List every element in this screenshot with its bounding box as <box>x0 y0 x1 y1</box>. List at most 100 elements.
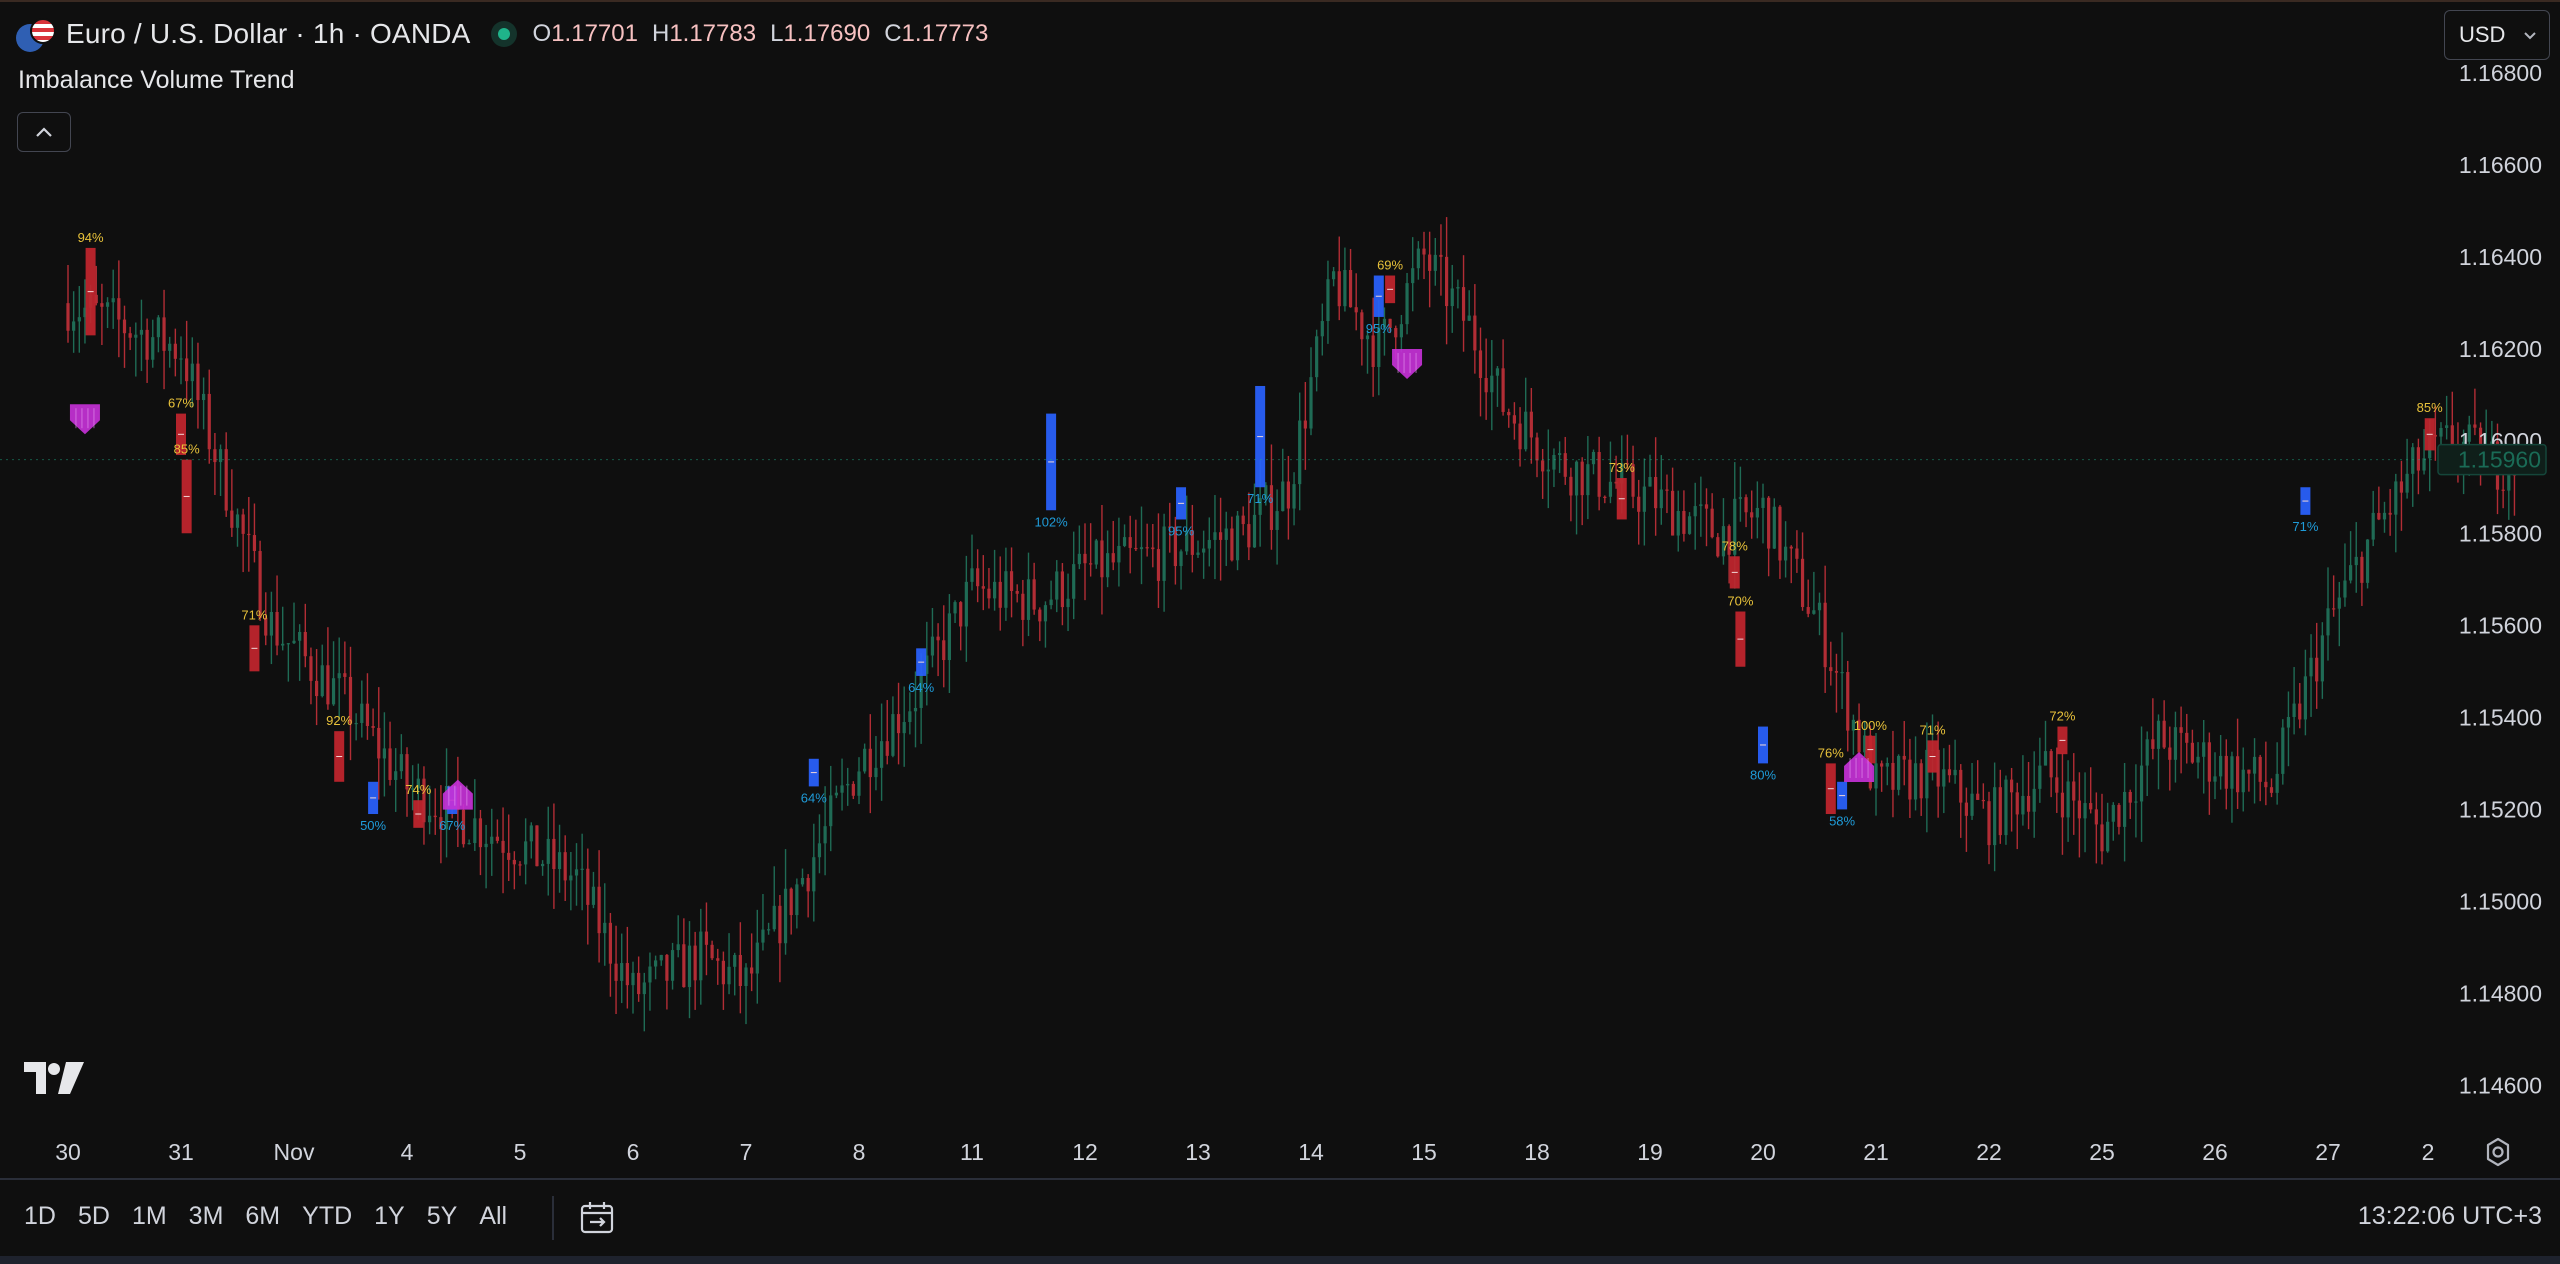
candle-body <box>2365 539 2370 583</box>
candle-body <box>557 852 562 870</box>
candle-body <box>1812 610 1816 614</box>
tradingview-logo-icon[interactable] <box>22 1058 86 1098</box>
price-axis-tick-label: 1.16600 <box>2459 152 2542 178</box>
range-1d-button[interactable]: 1D <box>16 1198 64 1235</box>
candle-body <box>1738 497 1742 499</box>
candle-body <box>1365 335 1370 340</box>
range-3m-button[interactable]: 3M <box>181 1198 232 1235</box>
candle-body <box>1009 571 1014 592</box>
candle-body <box>1478 350 1483 378</box>
bottom-toolbar: 1D 5D 1M 3M 6M YTD 1Y 5Y All 13:22:06 UT… <box>0 1178 2560 1264</box>
range-1m-button[interactable]: 1M <box>124 1198 175 1235</box>
candle-body <box>1784 546 1788 561</box>
candle-body <box>620 963 624 981</box>
candle-body <box>2026 795 2031 812</box>
symbol-legend[interactable]: Euro / U.S. Dollar · 1h · OANDA O1.17701… <box>16 16 988 52</box>
time-axis-tick-label: 31 <box>168 1139 194 1165</box>
candle-body <box>2349 565 2353 581</box>
candle-body <box>2038 765 2042 789</box>
candle-body <box>1286 481 1290 509</box>
session-clock[interactable]: 13:22:06 UTC+3 <box>2358 1202 2542 1231</box>
candle-body <box>1332 271 1336 280</box>
imbalance-percent-label: 92% <box>326 713 352 728</box>
time-axis-tick-label: 2 <box>2422 1139 2435 1165</box>
range-5d-button[interactable]: 5D <box>70 1198 118 1235</box>
candle-body <box>1495 368 1500 376</box>
candle-body <box>1817 602 1822 611</box>
candle-body <box>1111 553 1115 563</box>
candle-body <box>1394 328 1398 338</box>
imbalance-percent-label: 76% <box>1818 745 1844 760</box>
high-label: H <box>651 20 670 47</box>
imbalance-percent-label: 71% <box>241 607 267 622</box>
imbalance-percent-label: 58% <box>1829 813 1855 828</box>
candle-body <box>145 329 149 360</box>
candle-body <box>1761 497 1765 508</box>
candle-body <box>2015 792 2019 815</box>
range-6m-button[interactable]: 6M <box>237 1198 288 1235</box>
candle-body <box>1806 607 1810 614</box>
candle-body <box>608 922 612 964</box>
price-axis-tick-label: 1.15200 <box>2459 796 2542 822</box>
price-axis-tick-label: 1.15400 <box>2459 704 2542 730</box>
signal-arrow-marker <box>69 404 100 435</box>
candle-body <box>1292 484 1296 509</box>
candle-body <box>185 358 189 382</box>
candle-body <box>1128 537 1132 548</box>
candle-body <box>1518 423 1522 450</box>
candle-body <box>1066 598 1070 608</box>
candle-body <box>1315 336 1319 378</box>
candle-body <box>2072 781 2076 801</box>
candle-body <box>1512 415 1516 424</box>
calendar-range-icon[interactable] <box>578 1198 618 1238</box>
candle-body <box>1252 514 1257 548</box>
candle-body <box>168 343 172 351</box>
candle-body <box>1473 315 1477 351</box>
candle-body <box>998 581 1002 608</box>
symbol-title[interactable]: Euro / U.S. Dollar · 1h · OANDA <box>66 18 471 50</box>
candle-body <box>1552 454 1556 470</box>
time-axis-tick-label: 21 <box>1863 1139 1889 1165</box>
candle-body <box>371 725 375 728</box>
candle-body <box>128 333 132 338</box>
candle-body <box>1038 609 1042 622</box>
price-axis-tick-label: 1.16800 <box>2459 60 2542 86</box>
imbalance-percent-label: 94% <box>78 230 104 245</box>
candle-body <box>913 707 918 712</box>
candle-body <box>2190 742 2194 763</box>
imbalance-percent-label: 67% <box>439 818 465 833</box>
imbalance-percent-label: 71% <box>2292 519 2318 534</box>
time-axis-tick-label: 22 <box>1976 1139 2002 1165</box>
candle-body <box>1535 437 1539 461</box>
market-open-status-icon <box>490 21 517 47</box>
candle-body <box>874 767 878 778</box>
candle-body <box>1439 254 1443 257</box>
candle-body <box>529 825 533 842</box>
candle-body <box>1637 496 1641 512</box>
candle-body <box>2264 781 2268 788</box>
candle-body <box>2207 742 2211 782</box>
range-1y-button[interactable]: 1Y <box>366 1198 413 1235</box>
settings-gear-icon[interactable] <box>2482 1136 2514 1168</box>
candle-body <box>77 317 81 322</box>
candle-body <box>1320 321 1324 337</box>
candle-body <box>1778 506 1782 561</box>
range-all-button[interactable]: All <box>471 1198 515 1235</box>
candle-body <box>1800 558 1805 608</box>
range-5y-button[interactable]: 5Y <box>419 1198 466 1235</box>
price-chart[interactable]: 94% 67% 85% 71% 92% 50% 74% 67% 64% 64% 102% 95% 71%… <box>0 0 2560 1178</box>
candle-body <box>1710 508 1714 538</box>
range-ytd-button[interactable]: YTD <box>294 1198 360 1235</box>
candle-body <box>1642 486 1646 512</box>
collapse-indicators-button[interactable] <box>17 112 71 152</box>
currency-select[interactable]: USD <box>2444 10 2550 60</box>
eur-usd-flag-icon <box>16 16 56 52</box>
indicator-title[interactable]: Imbalance Volume Trend <box>18 66 295 95</box>
candle-body <box>2094 809 2098 825</box>
candle-body <box>1089 563 1093 565</box>
candle-body <box>2173 727 2178 760</box>
candle-body <box>1501 368 1505 412</box>
candle-body <box>2185 732 2189 743</box>
candle-body <box>942 640 946 661</box>
imbalance-percent-label: 50% <box>360 818 386 833</box>
